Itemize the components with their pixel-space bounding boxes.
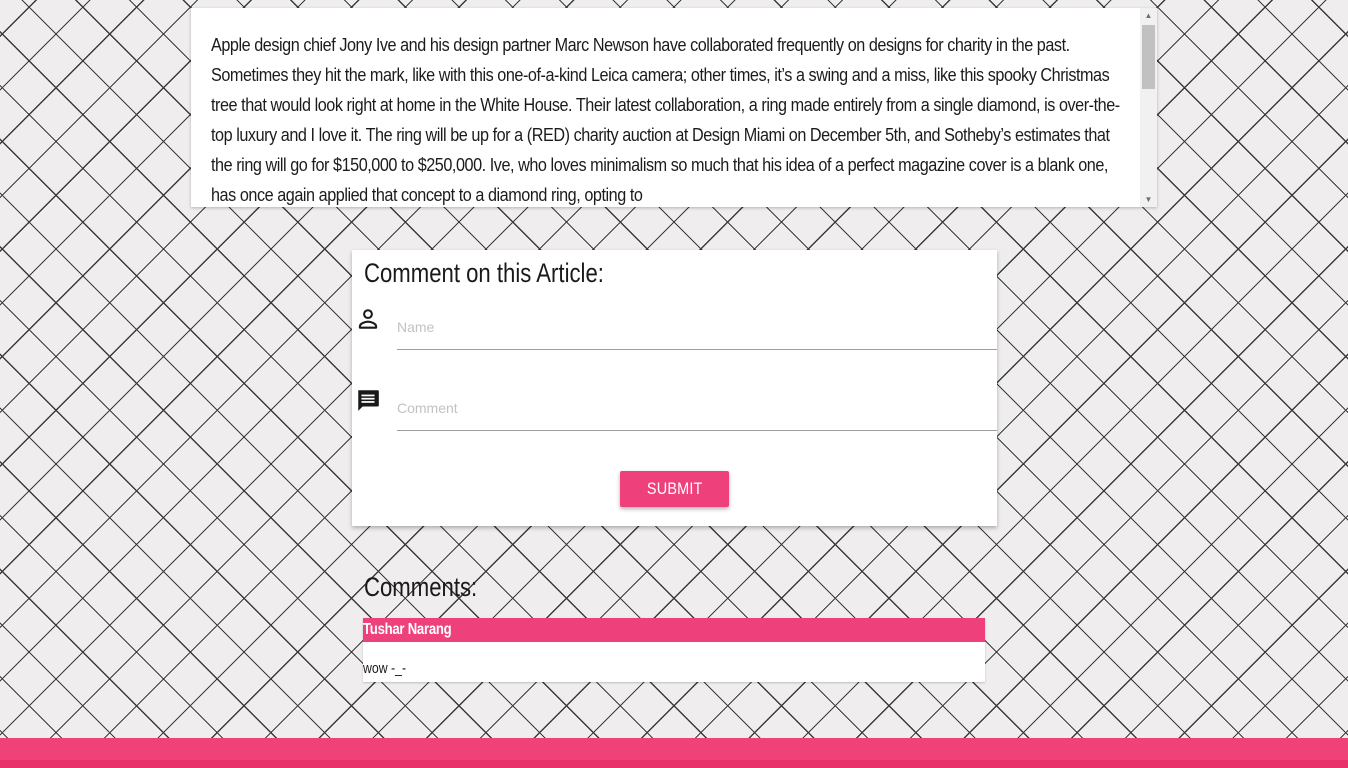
comment-input[interactable] xyxy=(397,393,987,423)
scrollbar-thumb[interactable] xyxy=(1142,25,1155,89)
footer-bar xyxy=(0,738,1348,768)
article-text: Apple design chief Jony Ive and his desi… xyxy=(211,35,1120,205)
name-input[interactable] xyxy=(397,312,987,342)
comment-form-card: Comment on this Article: SUBMIT xyxy=(352,250,997,526)
comment-form-heading: Comment on this Article: xyxy=(364,258,604,288)
comment-author-bar: Tushar Narang xyxy=(363,618,985,642)
comment-body: wow -_- xyxy=(363,660,416,677)
scroll-up-arrow-icon[interactable]: ▲ xyxy=(1140,8,1157,23)
name-input-underline xyxy=(397,349,997,350)
article-content-panel[interactable]: Apple design chief Jony Ive and his desi… xyxy=(191,8,1157,207)
person-outline-icon xyxy=(358,309,378,329)
comment-input-underline xyxy=(397,430,997,431)
comment-author: Tushar Narang xyxy=(363,621,452,638)
comment-text: wow -_- xyxy=(363,660,407,677)
submit-button-label: SUBMIT xyxy=(646,479,703,498)
comments-heading: Comments: xyxy=(364,572,478,602)
comment-item: Tushar Narang wow -_- xyxy=(363,618,985,682)
comment-icon xyxy=(358,390,379,411)
submit-button[interactable]: SUBMIT xyxy=(620,471,729,507)
scroll-down-arrow-icon[interactable]: ▼ xyxy=(1140,192,1157,207)
article-scrollbar[interactable]: ▲ ▼ xyxy=(1140,8,1157,207)
